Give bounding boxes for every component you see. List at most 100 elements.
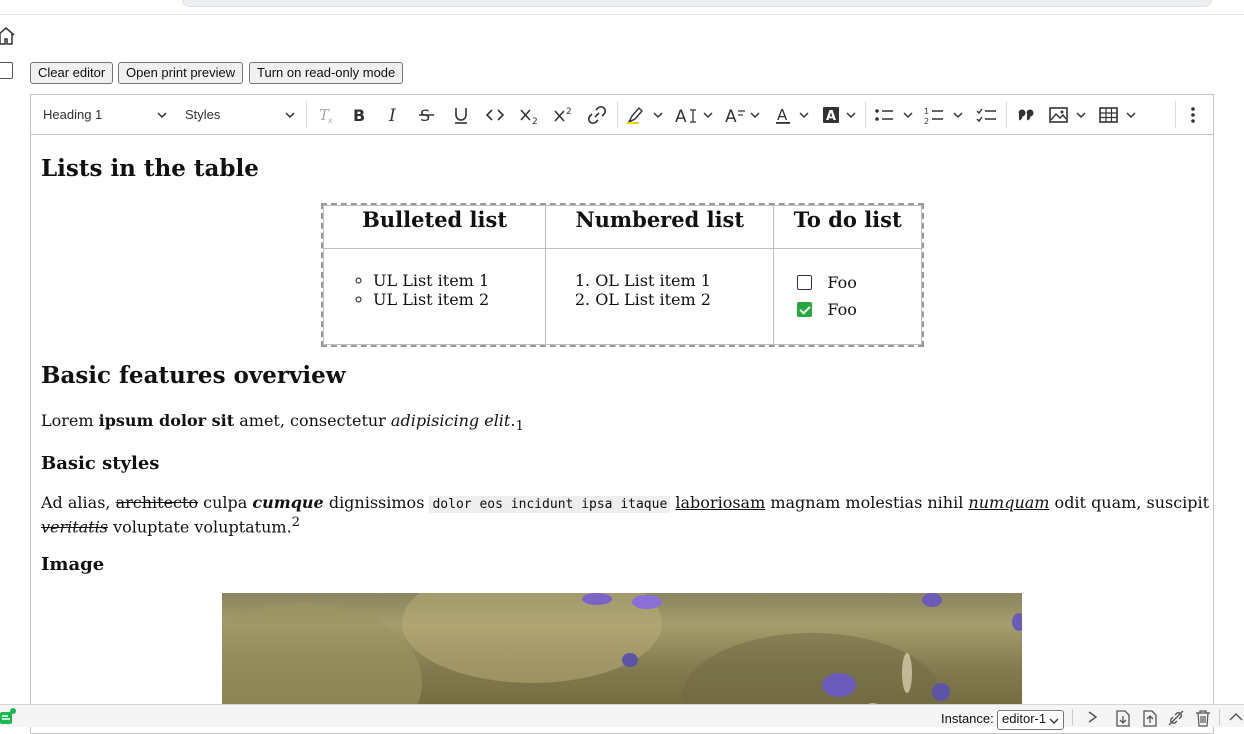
editor-toolbar: Heading 1 Styles Tx B I S 2 2 A A A A 1 … (31, 95, 1213, 135)
italic-icon[interactable]: I (384, 101, 404, 128)
instance-select-value: editor-1 (1002, 711, 1047, 726)
svg-text:2: 2 (566, 107, 572, 117)
styles-dropdown[interactable]: Styles (185, 101, 295, 128)
bulleted-list: UL List item 1 UL List item 2 (325, 271, 544, 309)
address-bar[interactable] (182, 0, 1212, 7)
console-icon[interactable] (1086, 709, 1100, 728)
numbered-list-icon[interactable]: 12 (924, 101, 966, 128)
chevron-up-icon[interactable] (1228, 709, 1244, 728)
todo-checkbox[interactable] (797, 275, 813, 290)
todo-item: Foo (797, 300, 920, 319)
svg-text:2: 2 (924, 117, 929, 125)
strikethrough-icon[interactable]: S (417, 101, 437, 128)
block-quote-icon[interactable] (1016, 101, 1036, 128)
home-icon[interactable] (0, 26, 16, 46)
numbered-list: OL List item 1 OL List item 2 (547, 271, 772, 309)
bold-icon[interactable]: B (350, 101, 370, 128)
status-bar: Instance: editor-1 (0, 704, 1244, 730)
paragraph-styles-cont: veritatis voluptate voluptatum.2 (41, 515, 300, 536)
svg-text:A: A (826, 109, 836, 124)
underline-icon[interactable] (451, 101, 471, 128)
subscript-icon[interactable]: 2 (519, 101, 541, 128)
chevron-down-icon (285, 111, 295, 118)
font-background-icon[interactable]: A (823, 101, 863, 128)
font-family-icon[interactable]: A (725, 101, 765, 128)
todo-list-icon[interactable] (976, 101, 998, 128)
toolbar-separator (617, 101, 618, 128)
todo-item: Foo (797, 273, 920, 292)
inline-code: dolor eos incidunt ipsa itaque (429, 496, 671, 513)
table-cell[interactable]: UL List item 1 UL List item 2 (322, 248, 547, 345)
toolbar-separator (306, 101, 307, 128)
instance-select[interactable]: editor-1 (997, 710, 1064, 730)
text: voluptate voluptatum. (108, 517, 292, 537)
divider (0, 14, 1244, 15)
text: odit quam, suscipit (1049, 493, 1210, 512)
clear-editor-button[interactable]: Clear editor (30, 62, 114, 84)
text: Ad alias, (41, 493, 116, 512)
insert-image-icon[interactable] (1049, 101, 1089, 128)
trash-icon[interactable] (1194, 709, 1212, 730)
svg-text:2: 2 (532, 117, 538, 125)
more-options-icon[interactable] (1187, 101, 1199, 128)
toolbar-separator (1006, 101, 1007, 128)
text: magnam molestias nihil (765, 493, 969, 512)
list-item: OL List item 2 (595, 290, 772, 309)
instance-label: Instance: (941, 711, 994, 726)
footnote-marker[interactable]: 2 (292, 515, 300, 530)
paragraph-lorem: Lorem ipsum dolor sit amet, consectetur … (41, 411, 524, 434)
heading-dropdown-label: Heading 1 (43, 107, 103, 122)
read-only-button[interactable]: Turn on read-only mode (249, 62, 404, 84)
font-color-icon[interactable]: A (775, 101, 815, 128)
remove-format-icon[interactable]: Tx (316, 101, 336, 128)
heading-dropdown[interactable]: Heading 1 (43, 101, 167, 128)
todo-label: Foo (827, 273, 857, 292)
code-icon[interactable] (485, 101, 505, 128)
font-size-icon[interactable]: A (675, 101, 715, 128)
highlight-icon[interactable] (625, 101, 665, 128)
svg-text:B: B (353, 106, 365, 125)
download-icon[interactable] (1114, 709, 1132, 730)
divider (1072, 709, 1073, 725)
disconnect-icon[interactable] (1167, 709, 1185, 730)
list-item: UL List item 2 (373, 290, 544, 309)
table-header: To do list (773, 205, 922, 249)
text: culpa (198, 493, 253, 512)
divider (1219, 709, 1220, 725)
svg-text:I: I (388, 106, 396, 125)
chevron-down-icon (157, 111, 167, 118)
editor: Heading 1 Styles Tx B I S 2 2 A A A A 1 … (30, 94, 1214, 734)
print-preview-button[interactable]: Open print preview (118, 62, 244, 84)
styles-dropdown-label: Styles (185, 107, 221, 122)
toolbar-separator (865, 101, 866, 128)
demo-checkbox[interactable] (0, 62, 13, 79)
superscript-icon[interactable]: 2 (553, 101, 575, 128)
heading-lists-in-table: Lists in the table (41, 155, 259, 182)
text: Lorem (41, 411, 99, 430)
table-header: Numbered list (545, 205, 775, 249)
heading-image: Image (41, 554, 105, 575)
table-cell[interactable]: OL List item 1 OL List item 2 (545, 248, 775, 345)
svg-text:A: A (725, 107, 737, 125)
todo-label: Foo (827, 300, 857, 319)
text: amet, consectetur (234, 411, 391, 430)
table-cell[interactable]: Foo Foo (773, 248, 922, 345)
upload-icon[interactable] (1141, 709, 1159, 730)
footnote-marker[interactable]: 1 (515, 419, 523, 434)
text: dignissimos (323, 493, 430, 512)
italic-underlined-text: numquam (968, 493, 1050, 512)
editor-content[interactable]: Lists in the table Bulleted list Numbere… (31, 135, 1213, 733)
strikethrough-text: architecto (115, 493, 199, 512)
svg-text:A: A (777, 106, 788, 124)
list-item: UL List item 1 (373, 271, 544, 290)
link-icon[interactable] (587, 101, 607, 128)
todo-checkbox-checked[interactable] (797, 302, 813, 317)
toolbar-separator (1175, 101, 1176, 128)
insert-table-icon[interactable] (1099, 101, 1139, 128)
svg-text:x: x (328, 116, 333, 125)
chevron-down-icon (1049, 718, 1059, 724)
bulleted-list-icon[interactable] (874, 101, 916, 128)
lists-table[interactable]: Bulleted list Numbered list To do list U… (321, 203, 924, 347)
svg-text:1: 1 (924, 107, 929, 116)
inspector-logo-icon[interactable] (0, 708, 16, 727)
